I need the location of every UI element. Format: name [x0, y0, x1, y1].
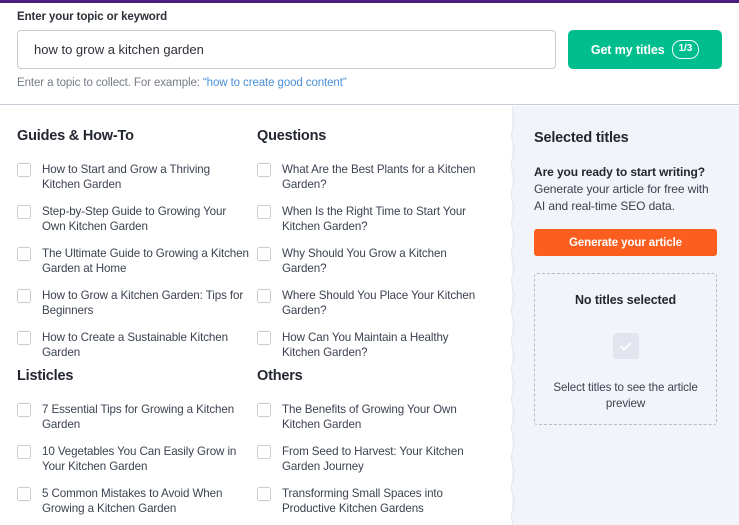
- group-title: Listicles: [17, 368, 249, 384]
- title-list-item[interactable]: Where Should You Place Your Kitchen Gard…: [257, 288, 489, 318]
- title-label: How to Start and Grow a Thriving Kitchen…: [42, 162, 249, 192]
- check-icon: [613, 333, 639, 359]
- search-label: Enter your topic or keyword: [17, 11, 722, 23]
- empty-preview-subtext: Select titles to see the article preview: [535, 380, 716, 412]
- title-label: 10 Vegetables You Can Easily Grow in You…: [42, 444, 249, 474]
- title-label: Transforming Small Spaces into Productiv…: [282, 486, 489, 516]
- title-checkbox[interactable]: [257, 445, 271, 459]
- cta-body: Generate your article for free with AI a…: [534, 181, 717, 215]
- title-list-item[interactable]: Transforming Small Spaces into Productiv…: [257, 486, 489, 516]
- title-label: Why Should You Grow a Kitchen Garden?: [282, 246, 489, 276]
- search-row: Get my titles 1/3: [17, 30, 722, 69]
- title-label: How Can You Maintain a Healthy Kitchen G…: [282, 330, 489, 360]
- title-checkbox[interactable]: [257, 403, 271, 417]
- get-my-titles-button[interactable]: Get my titles 1/3: [568, 30, 722, 69]
- title-list-item[interactable]: 5 Common Mistakes to Avoid When Growing …: [17, 486, 249, 516]
- title-checkbox[interactable]: [17, 163, 31, 177]
- search-hint-text: Enter a topic to collect. For example:: [17, 77, 200, 89]
- title-checkbox[interactable]: [257, 487, 271, 501]
- generate-article-button[interactable]: Generate your article: [534, 229, 717, 256]
- title-label: The Benefits of Growing Your Own Kitchen…: [282, 402, 489, 432]
- title-list-item[interactable]: Why Should You Grow a Kitchen Garden?: [257, 246, 489, 276]
- title-generator-app: Enter your topic or keyword Get my title…: [0, 0, 739, 525]
- empty-preview-box: No titles selected Select titles to see …: [534, 273, 717, 425]
- group-title: Others: [257, 368, 489, 384]
- search-section: Enter your topic or keyword Get my title…: [0, 3, 739, 105]
- title-label: When Is the Right Time to Start Your Kit…: [282, 204, 489, 234]
- search-hint: Enter a topic to collect. For example: “…: [17, 77, 722, 89]
- title-checkbox[interactable]: [17, 487, 31, 501]
- title-list-item[interactable]: From Seed to Harvest: Your Kitchen Garde…: [257, 444, 489, 474]
- title-list-item[interactable]: How to Grow a Kitchen Garden: Tips for B…: [17, 288, 249, 318]
- title-list-item[interactable]: How to Start and Grow a Thriving Kitchen…: [17, 162, 249, 192]
- title-label: The Ultimate Guide to Growing a Kitchen …: [42, 246, 249, 276]
- title-label: What Are the Best Plants for a Kitchen G…: [282, 162, 489, 192]
- title-group-listicles: Listicles 7 Essential Tips for Growing a…: [17, 368, 249, 525]
- title-list-item[interactable]: 7 Essential Tips for Growing a Kitchen G…: [17, 402, 249, 432]
- results-body: Guides & How-To How to Start and Grow a …: [0, 106, 739, 525]
- title-label: 7 Essential Tips for Growing a Kitchen G…: [42, 402, 249, 432]
- title-checkbox[interactable]: [257, 331, 271, 345]
- title-checkbox[interactable]: [257, 247, 271, 261]
- group-title: Guides & How-To: [17, 128, 249, 144]
- title-label: 5 Common Mistakes to Avoid When Growing …: [42, 486, 249, 516]
- title-list-item[interactable]: How to Create a Sustainable Kitchen Gard…: [17, 330, 249, 360]
- title-label: Step-by-Step Guide to Growing Your Own K…: [42, 204, 249, 234]
- title-label: From Seed to Harvest: Your Kitchen Garde…: [282, 444, 489, 474]
- title-checkbox[interactable]: [17, 247, 31, 261]
- title-list-item[interactable]: When Is the Right Time to Start Your Kit…: [257, 204, 489, 234]
- empty-preview-title: No titles selected: [575, 293, 676, 307]
- selected-titles-heading: Selected titles: [534, 130, 717, 146]
- title-label: How to Create a Sustainable Kitchen Gard…: [42, 330, 249, 360]
- title-checkbox[interactable]: [17, 205, 31, 219]
- title-list-item[interactable]: Step-by-Step Guide to Growing Your Own K…: [17, 204, 249, 234]
- title-group-questions: Questions What Are the Best Plants for a…: [257, 128, 489, 372]
- search-hint-example-link[interactable]: “how to create good content”: [203, 77, 347, 89]
- title-checkbox[interactable]: [17, 289, 31, 303]
- title-label: Where Should You Place Your Kitchen Gard…: [282, 288, 489, 318]
- title-label: How to Grow a Kitchen Garden: Tips for B…: [42, 288, 249, 318]
- credits-badge: 1/3: [672, 40, 700, 59]
- title-columns: Guides & How-To How to Start and Grow a …: [0, 106, 512, 525]
- title-checkbox[interactable]: [257, 163, 271, 177]
- selected-titles-panel-inner: Selected titles Are you ready to start w…: [512, 106, 739, 425]
- title-checkbox[interactable]: [17, 331, 31, 345]
- group-title: Questions: [257, 128, 489, 144]
- title-list-item[interactable]: How Can You Maintain a Healthy Kitchen G…: [257, 330, 489, 360]
- title-checkbox[interactable]: [257, 289, 271, 303]
- topic-input[interactable]: [17, 30, 556, 69]
- title-group-guides: Guides & How-To How to Start and Grow a …: [17, 128, 249, 372]
- selected-titles-panel: Selected titles Are you ready to start w…: [512, 106, 739, 525]
- title-group-others: Others The Benefits of Growing Your Own …: [257, 368, 489, 525]
- title-list-item[interactable]: What Are the Best Plants for a Kitchen G…: [257, 162, 489, 192]
- title-list-item[interactable]: 10 Vegetables You Can Easily Grow in You…: [17, 444, 249, 474]
- get-my-titles-label: Get my titles: [591, 43, 665, 57]
- title-checkbox[interactable]: [17, 403, 31, 417]
- cta-heading: Are you ready to start writing?: [534, 164, 717, 181]
- title-checkbox[interactable]: [17, 445, 31, 459]
- title-list-item[interactable]: The Ultimate Guide to Growing a Kitchen …: [17, 246, 249, 276]
- title-list-item[interactable]: The Benefits of Growing Your Own Kitchen…: [257, 402, 489, 432]
- title-checkbox[interactable]: [257, 205, 271, 219]
